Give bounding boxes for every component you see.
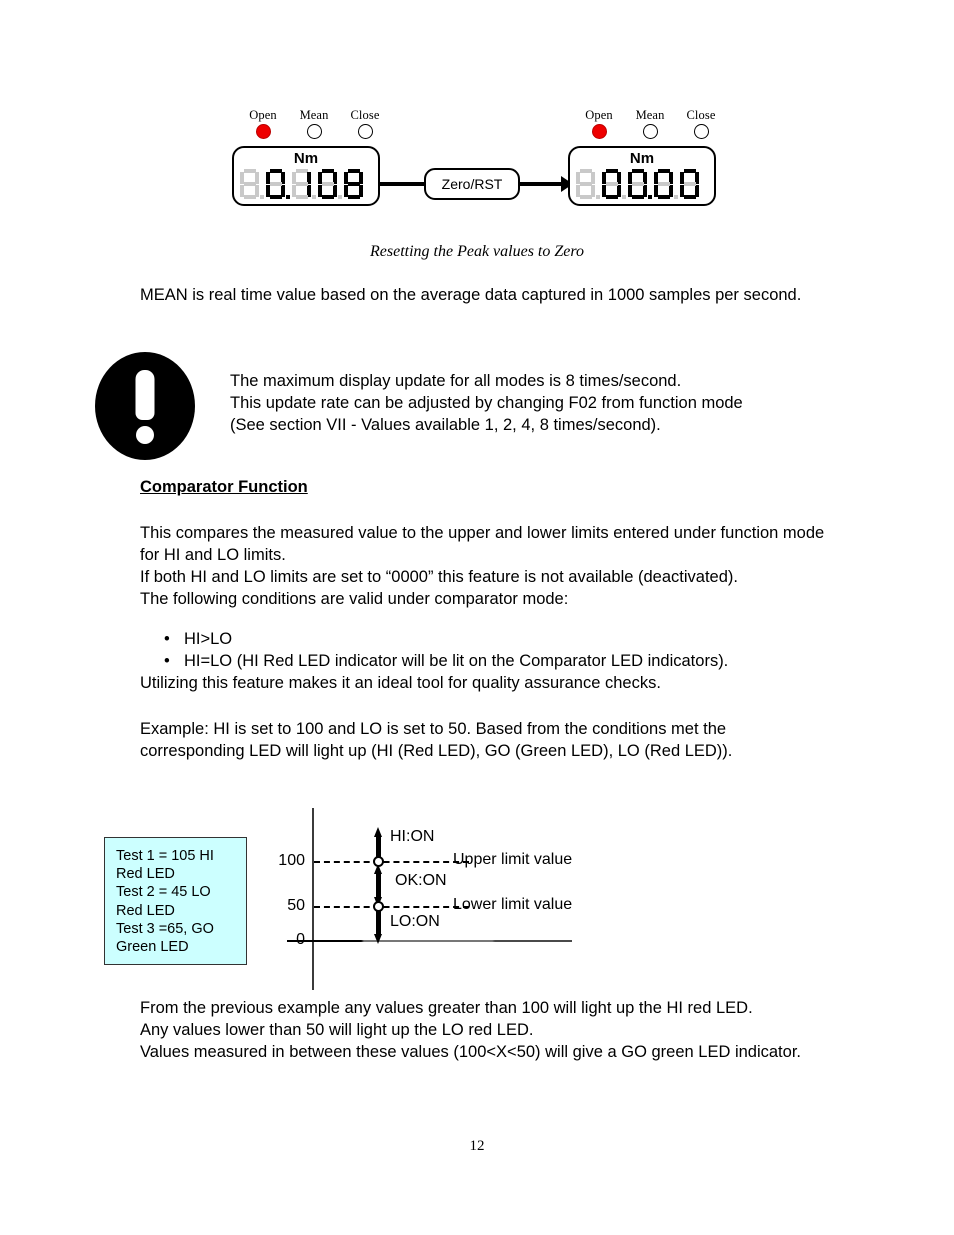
led-indicator-row-left: Open Mean Close [232, 108, 407, 146]
led-dot-close-icon [693, 124, 709, 139]
upper-limit-line [314, 861, 469, 863]
chart-y-axis [312, 808, 315, 990]
y-tick-label-0: 0 [296, 931, 305, 948]
led-group-close-right: Close [675, 108, 727, 139]
warning-line-1: The maximum display update for all modes… [230, 372, 682, 390]
flow-line-left [378, 182, 426, 186]
comparator-chart: Test 1 = 105 HI Red LED Test 2 = 45 LO R… [95, 800, 715, 1000]
lcd-digits-right [576, 169, 699, 199]
lcd-dp-3 [337, 169, 344, 199]
reset-peak-figure: Open Mean Close Nm Zero/RST Open Mean Cl… [0, 0, 954, 275]
lcd-unit-label-left: Nm [293, 150, 319, 167]
list-item: HI>LO [164, 628, 884, 650]
led-dot-mean-icon [642, 124, 658, 139]
legend-line-6: Green LED [116, 939, 189, 956]
zero-rst-button[interactable]: Zero/RST [424, 168, 520, 200]
legend-line-3: Test 2 = 45 LO [116, 884, 211, 901]
led-dot-mean-icon [306, 124, 322, 139]
test-results-legend-box: Test 1 = 105 HI Red LED Test 2 = 45 LO R… [104, 837, 247, 965]
annotation-lower-limit: Lower limit value [453, 896, 573, 913]
lcd-digit-1 [602, 169, 621, 199]
led-group-mean-left: Mean [288, 108, 340, 139]
lcd-dp-0 [595, 169, 602, 199]
led-label-mean: Mean [299, 108, 329, 122]
comparator-conditions-list: HI>LO HI=LO (HI Red LED indicator will b… [140, 628, 884, 672]
led-group-open-left: Open [237, 108, 289, 139]
led-group-open-right: Open [573, 108, 625, 139]
flow-line-right [518, 182, 564, 186]
lcd-digit-3 [318, 169, 337, 199]
paragraph-from-previous-line-2: Any values lower than 50 will light up t… [140, 1021, 534, 1039]
led-label-open: Open [249, 108, 277, 122]
paragraph-from-previous-line-3: Values measured in between these values … [140, 1043, 801, 1061]
warning-line-2: This update rate can be adjusted by chan… [230, 394, 743, 412]
paragraph-comparator-line-2: If both HI and LO limits are set to “000… [140, 568, 738, 586]
legend-line-1: Test 1 = 105 HI [116, 848, 214, 864]
upper-limit-node-icon [373, 856, 384, 867]
lcd-dp-1 [621, 169, 628, 199]
led-dot-open-icon [591, 124, 607, 139]
meter-right: Open Mean Close Nm [568, 108, 743, 206]
y-tick-label-100: 100 [278, 852, 305, 869]
annotation-lo-on: LO:ON [390, 913, 440, 930]
figure-caption: Resetting the Peak values to Zero [369, 243, 584, 260]
paragraph-comparator: This compares the measured value to the … [140, 522, 830, 610]
led-label-open: Open [585, 108, 613, 122]
legend-line-5: Test 3 =65, GO [116, 920, 214, 937]
annotation-upper-limit: Upper limit value [453, 851, 573, 868]
page-number: 12 [469, 1138, 485, 1154]
led-group-close-left: Close [339, 108, 391, 139]
paragraph-comparator-line-1: This compares the measured value to the … [140, 524, 825, 564]
lcd-digit-ghost [240, 169, 259, 199]
lcd-dp-3 [673, 169, 680, 199]
lcd-dp-1 [285, 169, 292, 199]
led-indicator-row-right: Open Mean Close [568, 108, 743, 146]
reset-flow: Zero/RST [378, 168, 573, 202]
lcd-digit-2 [292, 169, 311, 199]
lcd-display-right: Nm [568, 146, 716, 206]
lo-range-arrow-icon [374, 908, 382, 944]
lcd-digit-ghost [576, 169, 595, 199]
lcd-display-left: Nm [232, 146, 380, 206]
annotation-ok-on: OK:ON [395, 872, 447, 889]
lcd-digit-3 [654, 169, 673, 199]
list-item: HI=LO (HI Red LED indicator will be lit … [164, 650, 884, 672]
annotation-hi-on: HI:ON [390, 828, 435, 845]
paragraph-example: Example: HI is set to 100 and LO is set … [140, 720, 733, 760]
lower-limit-line [314, 906, 469, 908]
warning-line-3: (See section VII - Values available 1, 2… [230, 416, 661, 434]
legend-line-2: Red LED [116, 866, 175, 883]
lcd-digit-4 [344, 169, 363, 199]
lcd-digits-left [240, 169, 363, 199]
led-label-close: Close [686, 108, 716, 122]
led-dot-open-icon [255, 124, 271, 139]
led-label-mean: Mean [635, 108, 665, 122]
lcd-digit-2 [628, 169, 647, 199]
lcd-dp-2 [311, 169, 318, 199]
led-group-mean-right: Mean [624, 108, 676, 139]
lcd-digit-1 [266, 169, 285, 199]
chart-x-axis [287, 940, 572, 943]
paragraph-mean: MEAN is real time value based on the ave… [140, 286, 802, 304]
led-label-close: Close [350, 108, 380, 122]
y-tick-label-50: 50 [287, 897, 305, 914]
legend-line-4: Red LED [116, 902, 175, 919]
comparator-function-heading: Comparator Function [140, 478, 308, 496]
paragraph-comparator-line-3: The following conditions are valid under… [140, 590, 569, 608]
paragraph-from-previous: From the previous example any values gre… [140, 997, 840, 1063]
warning-text: The maximum display update for all modes… [230, 370, 880, 436]
lcd-dp-0 [259, 169, 266, 199]
exclamation-icon [95, 352, 195, 460]
lcd-unit-label-right: Nm [629, 150, 655, 167]
paragraph-utilize: Utilizing this feature makes it an ideal… [140, 674, 661, 692]
paragraph-from-previous-line-1: From the previous example any values gre… [140, 999, 753, 1017]
lcd-digit-4 [680, 169, 699, 199]
lower-limit-node-icon [373, 901, 384, 912]
led-dot-close-icon [357, 124, 373, 139]
lcd-dp-2 [647, 169, 654, 199]
